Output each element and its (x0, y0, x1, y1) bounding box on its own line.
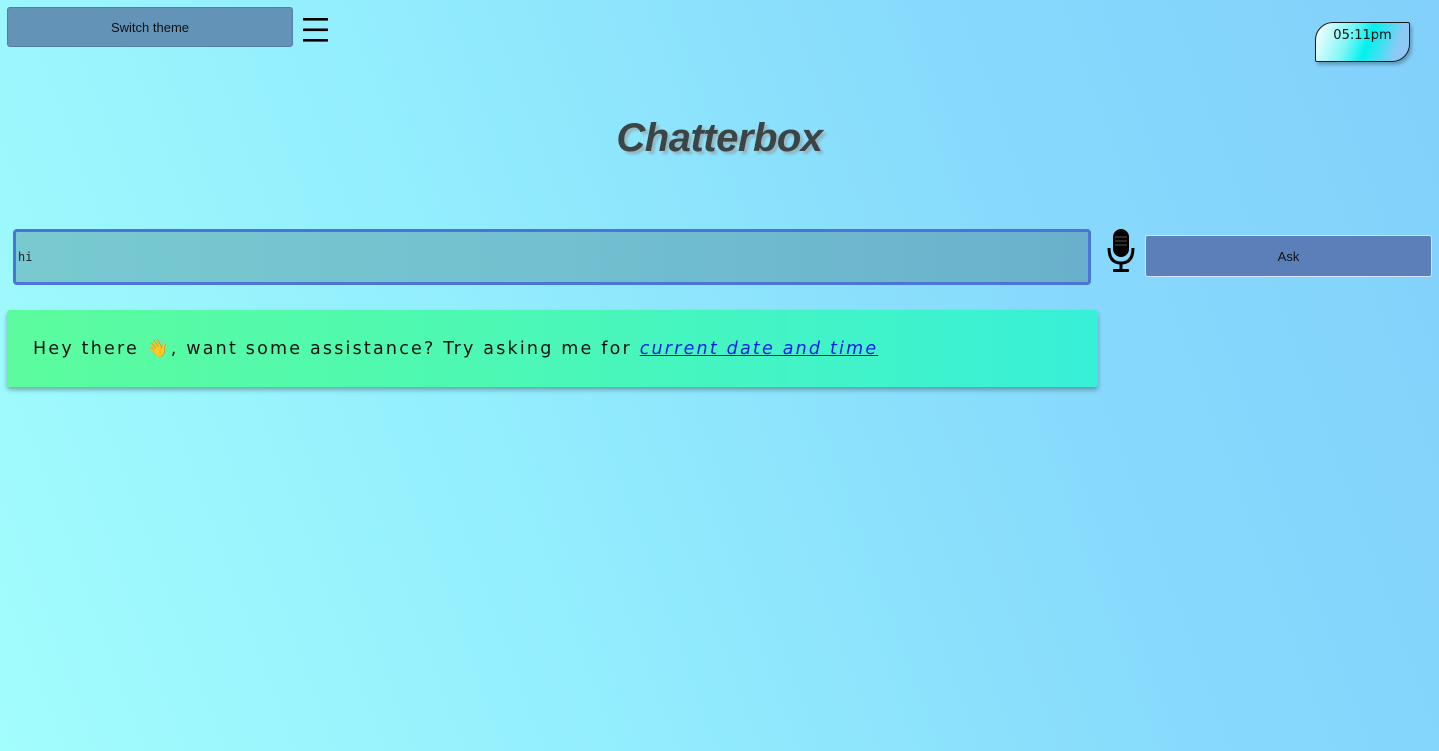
clock-display: 05:11pm (1315, 22, 1410, 62)
query-input[interactable] (13, 229, 1091, 285)
wave-hand-icon: 👋 (146, 339, 171, 359)
microphone-icon[interactable] (1106, 228, 1136, 273)
greeting-text: Hey there (33, 339, 147, 359)
page-title: Chatterbox (616, 116, 823, 160)
current-date-time-suggestion-link[interactable]: current date and time (640, 339, 879, 359)
assistance-prompt-text: , want some assistance? Try asking me fo… (170, 339, 640, 359)
hamburger-menu-icon[interactable] (302, 15, 329, 45)
assistant-message-card: Hey there 👋, want some assistance? Try a… (7, 310, 1098, 387)
ask-button[interactable]: Ask (1145, 235, 1432, 277)
switch-theme-button[interactable]: Switch theme (7, 7, 293, 47)
clock-time: 05:11pm (1333, 28, 1392, 43)
